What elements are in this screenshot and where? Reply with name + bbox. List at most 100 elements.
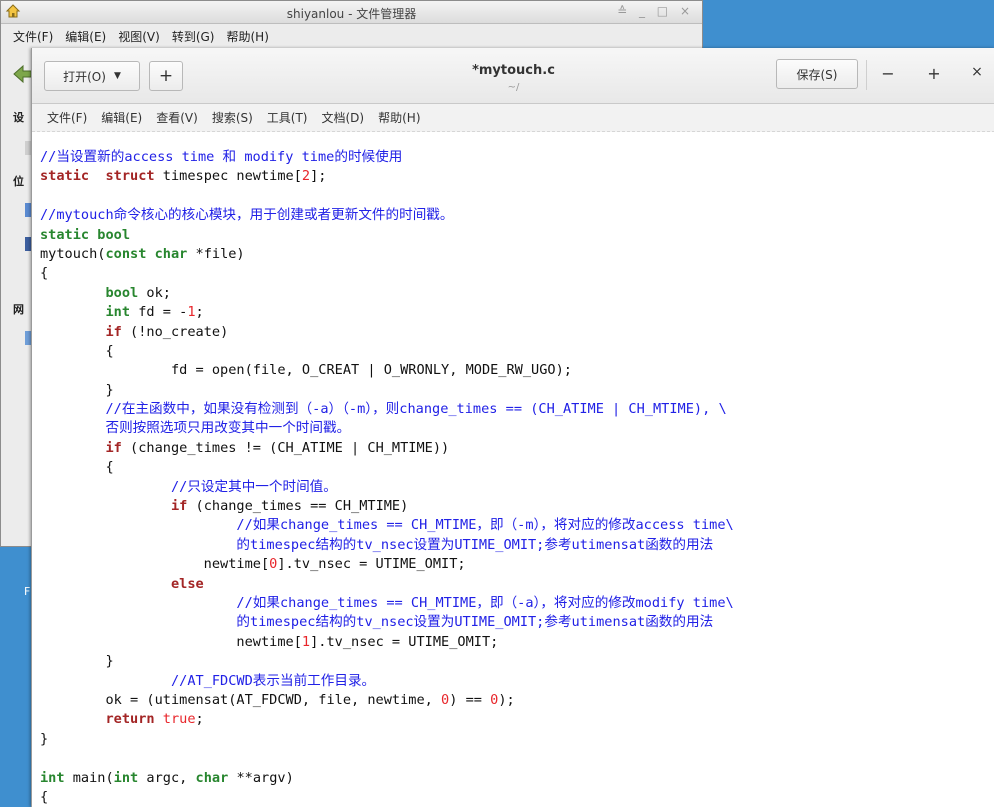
sidebar-network-label: 网	[13, 303, 24, 316]
fm-menu-go[interactable]: 转到(G)	[172, 28, 215, 45]
close-button[interactable]: ×	[967, 64, 987, 80]
code-token: 1	[187, 304, 196, 321]
code-line[interactable]: //当设置新的access time 和 modify time的时候使用	[40, 148, 990, 167]
code-line[interactable]: //如果change_times == CH_MTIME，即（-m），将对应的修…	[40, 516, 990, 535]
code-token: ];	[310, 168, 327, 185]
code-line[interactable]: {	[40, 264, 990, 283]
code-line[interactable]: int fd = -1;	[40, 303, 990, 322]
code-line[interactable]	[40, 749, 990, 768]
menu-tools[interactable]: 工具(T)	[267, 109, 308, 126]
code-token: }	[40, 381, 114, 398]
code-line[interactable]: fd = open(file, O_CREAT | O_WRONLY, MODE…	[40, 361, 990, 380]
code-line[interactable]: ok = (utimensat(AT_FDCWD, file, newtime,…	[40, 691, 990, 710]
code-line[interactable]: if (!no_create)	[40, 323, 990, 342]
code-line[interactable]: mytouch(const char *file)	[40, 245, 990, 264]
code-token: {	[40, 265, 49, 282]
code-line[interactable]	[40, 187, 990, 206]
code-token: char	[195, 769, 229, 786]
code-line[interactable]: if (change_times == CH_MTIME)	[40, 497, 990, 516]
code-line[interactable]: else	[40, 575, 990, 594]
menu-documents[interactable]: 文档(D)	[322, 109, 365, 126]
code-token: ].tv_nsec = UTIME_OMIT;	[310, 633, 499, 650]
code-token: 0	[441, 691, 450, 708]
code-token: {	[40, 342, 114, 359]
code-line[interactable]: 的timespec结构的tv_nsec设置为UTIME_OMIT;参考utime…	[40, 613, 990, 632]
save-button[interactable]: 保存(S)	[776, 59, 858, 89]
code-token: ].tv_nsec = UTIME_OMIT;	[277, 556, 466, 573]
code-token: //如果change_times == CH_MTIME，即（-m），将对应的修…	[236, 517, 734, 534]
code-line[interactable]: //mytouch命令核心的核心模块，用于创建或者更新文件的时间戳。	[40, 206, 990, 225]
fm-menu-view[interactable]: 视图(V)	[118, 28, 160, 45]
code-line[interactable]: //如果change_times == CH_MTIME，即（-a），将对应的修…	[40, 594, 990, 613]
menu-help[interactable]: 帮助(H)	[378, 109, 420, 126]
sidebar-devices-label: 设	[13, 111, 24, 124]
code-line[interactable]: //在主函数中，如果没有检测到（-a）（-m），则change_times ==…	[40, 400, 990, 419]
code-token: 1	[301, 633, 311, 650]
code-line[interactable]: bool ok;	[40, 284, 990, 303]
code-token: true	[154, 711, 196, 728]
fm-menu-edit[interactable]: 编辑(E)	[65, 28, 106, 45]
file-manager-menubar: 文件(F) 编辑(E) 视图(V) 转到(G) 帮助(H)	[1, 24, 702, 49]
menu-file[interactable]: 文件(F)	[47, 109, 87, 126]
code-line[interactable]: newtime[0].tv_nsec = UTIME_OMIT;	[40, 555, 990, 574]
code-line[interactable]: 的timespec结构的tv_nsec设置为UTIME_OMIT;参考utime…	[40, 536, 990, 555]
code-line[interactable]: {	[40, 342, 990, 361]
code-line[interactable]: {	[40, 788, 990, 807]
code-token: return	[105, 711, 155, 728]
code-token: fd = open(file, O_CREAT | O_WRONLY, MODE…	[40, 362, 572, 379]
minimize-button[interactable]: −	[878, 64, 898, 83]
headerbar-separator	[866, 60, 867, 90]
code-token: //mytouch命令核心的核心模块，用于创建或者更新文件的时间戳。	[40, 207, 454, 224]
code-token: //AT_FDCWD表示当前工作目录。	[170, 672, 376, 689]
desktop-icon-label: F	[24, 585, 31, 598]
menu-search[interactable]: 搜索(S)	[212, 109, 253, 126]
code-editor[interactable]: //当设置新的access time 和 modify time的时候使用 sta…	[40, 148, 990, 807]
code-token: //如果change_times == CH_MTIME，即（-a），将对应的修…	[236, 594, 734, 611]
code-token: argc,	[138, 769, 196, 786]
code-line[interactable]: static bool	[40, 226, 990, 245]
menu-view[interactable]: 查看(V)	[156, 109, 198, 126]
code-token: fd = -	[130, 304, 188, 321]
code-line[interactable]: }	[40, 381, 990, 400]
code-line[interactable]: 否则按照选项只用改变其中一个时间戳。	[40, 419, 990, 438]
maximize-button[interactable]: +	[924, 64, 944, 83]
code-line[interactable]: }	[40, 652, 990, 671]
code-token: }	[40, 653, 114, 670]
code-line[interactable]: if (change_times != (CH_ATIME | CH_MTIME…	[40, 439, 990, 458]
code-token: 的timespec结构的tv_nsec设置为UTIME_OMIT;参考utime…	[236, 536, 714, 553]
code-line[interactable]: int main(int argc, char **argv)	[40, 769, 990, 788]
code-line[interactable]: }	[40, 730, 990, 749]
code-token: int	[113, 769, 139, 786]
code-line[interactable]: {	[40, 458, 990, 477]
code-token: int	[105, 304, 131, 321]
menu-edit[interactable]: 编辑(E)	[101, 109, 142, 126]
code-token: //在主函数中，如果没有检测到（-a）（-m），则change_times ==…	[105, 401, 727, 418]
code-token: newtime[	[40, 556, 270, 573]
code-line[interactable]: newtime[1].tv_nsec = UTIME_OMIT;	[40, 633, 990, 652]
file-manager-window-controls[interactable]: ≙ _ □ ×	[617, 4, 694, 18]
code-line[interactable]: static struct timespec newtime[2];	[40, 167, 990, 186]
file-manager-titlebar[interactable]: shiyanlou - 文件管理器 ≙ _ □ ×	[1, 1, 702, 24]
fm-menu-file[interactable]: 文件(F)	[13, 28, 53, 45]
code-line[interactable]: //AT_FDCWD表示当前工作目录。	[40, 672, 990, 691]
code-token: if	[105, 439, 122, 456]
file-manager-title: shiyanlou - 文件管理器	[286, 7, 417, 21]
code-token: //只设定其中一个时间值。	[170, 478, 337, 495]
code-line[interactable]: //只设定其中一个时间值。	[40, 478, 990, 497]
code-token: );	[498, 691, 515, 708]
code-token: int	[40, 769, 65, 786]
code-line[interactable]: return true;	[40, 710, 990, 729]
code-token: }	[40, 730, 49, 747]
code-token: 的timespec结构的tv_nsec设置为UTIME_OMIT;参考utime…	[236, 614, 714, 631]
fm-menu-help[interactable]: 帮助(H)	[226, 28, 268, 45]
code-token: (change_times == CH_MTIME)	[187, 498, 409, 515]
back-arrow-icon[interactable]	[11, 63, 33, 85]
code-token: 否则按照选项只用改变其中一个时间戳。	[105, 420, 351, 437]
editor-headerbar[interactable]: 打开(O) ▼ + *mytouch.c ~/ 保存(S) − + ×	[32, 48, 994, 104]
code-token: {	[40, 788, 49, 805]
